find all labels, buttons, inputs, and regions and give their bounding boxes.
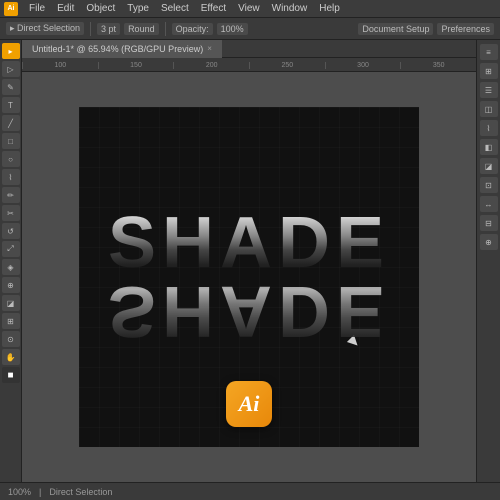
tool-brush[interactable]: ⌇	[2, 169, 20, 185]
separator-1	[90, 22, 91, 36]
menu-type[interactable]: Type	[122, 0, 154, 18]
ruler-tick: 300	[325, 62, 401, 69]
ruler-tick: 250	[249, 62, 325, 69]
panel-swatches[interactable]: ◧	[480, 139, 498, 155]
document-tab[interactable]: Untitled-1* @ 65.94% (RGB/GPU Preview) ×	[22, 40, 222, 58]
tool-scale[interactable]: ⤢	[2, 241, 20, 257]
ruler-tick: 350	[400, 62, 476, 69]
shade-text-normal[interactable]: SHADE	[108, 207, 390, 279]
menu-window[interactable]: Window	[267, 0, 313, 18]
main-area: ▸ ▷ ✎ T ╱ □ ○ ⌇ ✏ ✂ ↺ ⤢ ◈ ⊕ ◪ ⊞ ⊙ ✋ ■ Un…	[0, 40, 500, 482]
opacity-value[interactable]: 100%	[217, 23, 248, 35]
fill-stroke[interactable]: ■	[2, 367, 20, 383]
shade-text-reflection: SHADE	[108, 275, 390, 347]
tab-bar: Untitled-1* @ 65.94% (RGB/GPU Preview) ×	[22, 40, 476, 58]
tool-circle[interactable]: ○	[2, 151, 20, 167]
ai-icon-label: Ai	[239, 391, 260, 417]
separator-2	[165, 22, 166, 36]
artboard[interactable]: SHADE SHADE Ai	[79, 107, 419, 447]
menu-edit[interactable]: Edit	[52, 0, 79, 18]
panel-libraries[interactable]: ☰	[480, 82, 498, 98]
tool-hand[interactable]: ✋	[2, 349, 20, 365]
panel-align[interactable]: ⊟	[480, 215, 498, 231]
tool-rotate[interactable]: ↺	[2, 223, 20, 239]
menu-object[interactable]: Object	[81, 0, 120, 18]
canvas-content: SHADE SHADE	[108, 207, 390, 347]
ruler-tick: 200	[173, 62, 249, 69]
horizontal-ruler: 100 150 200 250 300 350	[22, 58, 476, 72]
menu-select[interactable]: Select	[156, 0, 194, 18]
menu-help[interactable]: Help	[314, 0, 345, 18]
panel-gradient[interactable]: ◪	[480, 158, 498, 174]
menu-bar: Ai File Edit Object Type Select Effect V…	[0, 0, 500, 18]
tool-eyedropper[interactable]: ◈	[2, 259, 20, 275]
tool-pen[interactable]: ✎	[2, 79, 20, 95]
doc-setup-button[interactable]: Document Setup	[358, 23, 433, 35]
ruler-tick: 100	[22, 62, 98, 69]
preferences-button[interactable]: Preferences	[437, 23, 494, 35]
app-logo: Ai	[4, 2, 18, 16]
main-toolbar: ▸ Direct Selection 3 pt Round Opacity: 1…	[0, 18, 500, 40]
panel-brushes[interactable]: ⌇	[480, 120, 498, 136]
tool-type[interactable]: T	[2, 97, 20, 113]
status-bar: 100% | Direct Selection	[0, 482, 500, 500]
ai-icon[interactable]: Ai	[226, 381, 272, 427]
menu-effect[interactable]: Effect	[196, 0, 231, 18]
stroke-input[interactable]: 3 pt	[97, 23, 120, 35]
tab-label: Untitled-1* @ 65.94% (RGB/GPU Preview)	[32, 44, 203, 54]
menu-file[interactable]: File	[24, 0, 50, 18]
tool-line[interactable]: ╱	[2, 115, 20, 131]
panel-properties[interactable]: ≡	[480, 44, 498, 60]
tool-gradient[interactable]: ◪	[2, 295, 20, 311]
selection-mode: Direct Selection	[49, 487, 112, 497]
tab-close[interactable]: ×	[207, 44, 212, 53]
opacity-label: Opacity:	[172, 23, 213, 35]
panel-symbols[interactable]: ◫	[480, 101, 498, 117]
ruler-tick: 150	[98, 62, 174, 69]
left-toolbar: ▸ ▷ ✎ T ╱ □ ○ ⌇ ✏ ✂ ↺ ⤢ ◈ ⊕ ◪ ⊞ ⊙ ✋ ■	[0, 40, 22, 482]
canvas-area: Untitled-1* @ 65.94% (RGB/GPU Preview) ×…	[22, 40, 476, 482]
tool-mesh[interactable]: ⊞	[2, 313, 20, 329]
panel-transform[interactable]: ↔	[480, 196, 498, 212]
tool-direct-select[interactable]: ▷	[2, 61, 20, 77]
tool-scissors[interactable]: ✂	[2, 205, 20, 221]
panel-layers[interactable]: ⊞	[480, 63, 498, 79]
tool-select[interactable]: ▸	[2, 43, 20, 59]
tool-blend[interactable]: ⊕	[2, 277, 20, 293]
tool-zoom[interactable]: ⊙	[2, 331, 20, 347]
tool-selection[interactable]: ▸ Direct Selection	[6, 22, 84, 35]
ai-icon-wrapper: Ai	[226, 381, 272, 427]
tool-pencil[interactable]: ✏	[2, 187, 20, 203]
stroke-type[interactable]: Round	[124, 23, 159, 35]
canvas-wrapper[interactable]: SHADE SHADE Ai	[22, 72, 476, 482]
tool-rect[interactable]: □	[2, 133, 20, 149]
menu-view[interactable]: View	[233, 0, 265, 18]
zoom-level[interactable]: 100%	[8, 487, 31, 497]
panel-appearance[interactable]: ⊡	[480, 177, 498, 193]
right-panel: ≡ ⊞ ☰ ◫ ⌇ ◧ ◪ ⊡ ↔ ⊟ ⊕	[476, 40, 500, 482]
status-separator: |	[39, 487, 41, 497]
panel-pathfinder[interactable]: ⊕	[480, 234, 498, 250]
